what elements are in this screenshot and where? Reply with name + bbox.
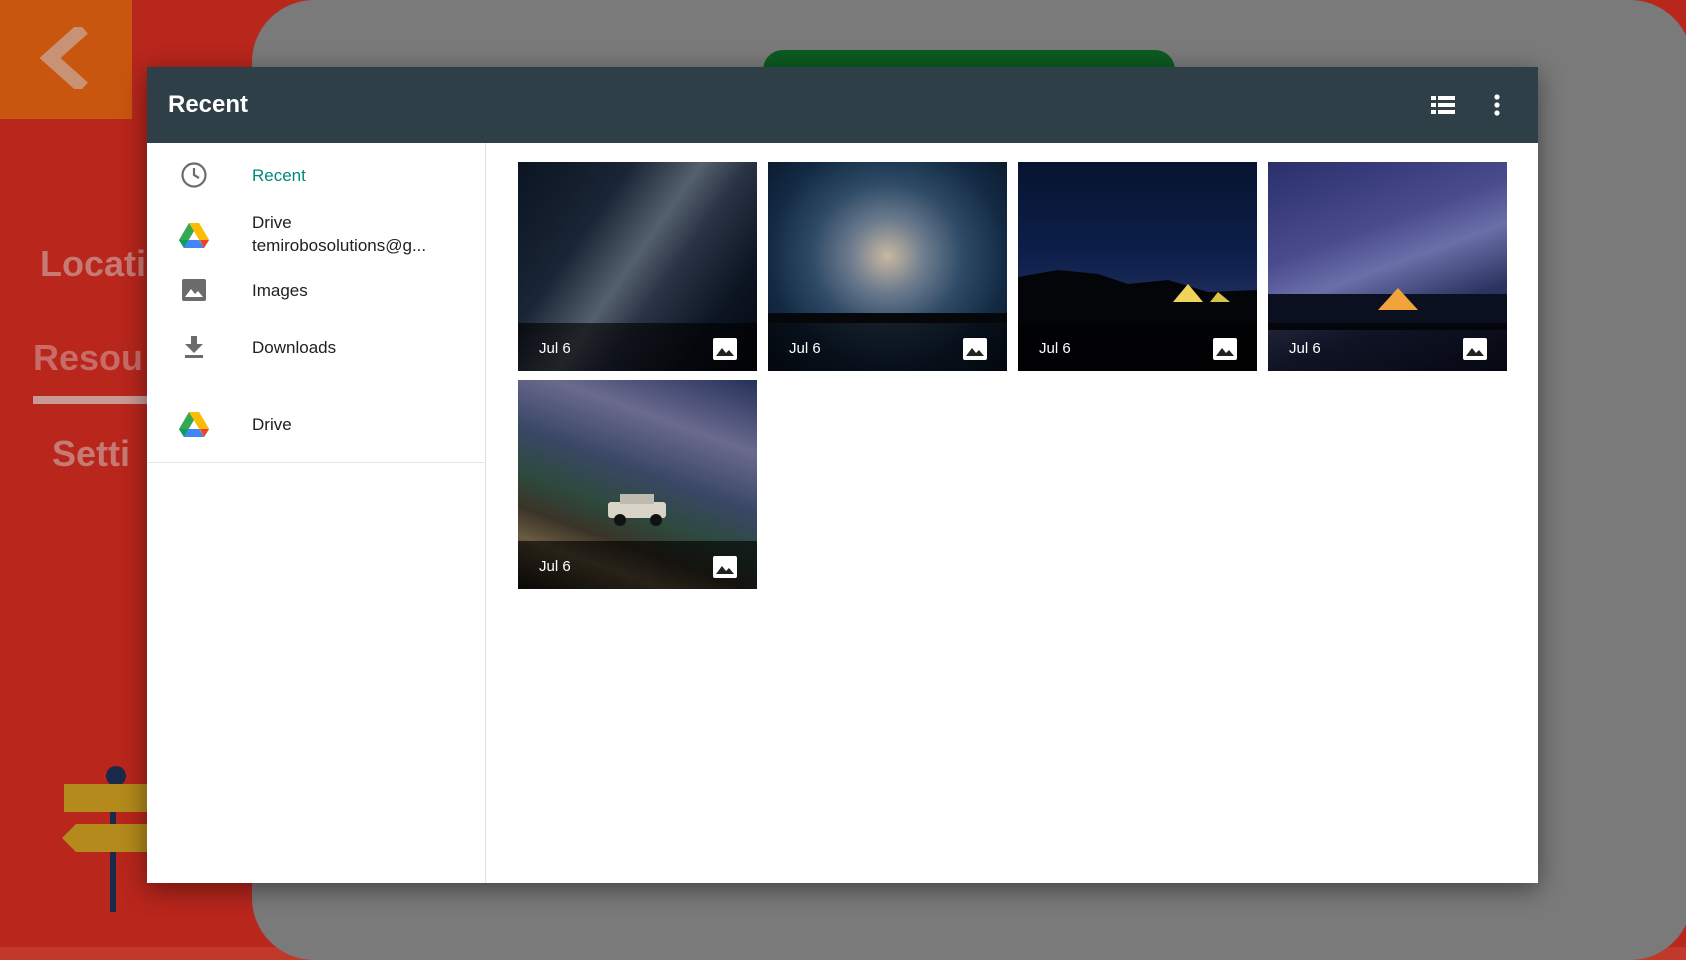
file-tile[interactable]: Jul 6 <box>1018 162 1257 371</box>
image-icon <box>179 275 209 305</box>
sidebar-item-label: Downloads <box>252 337 337 357</box>
clock-icon <box>179 160 209 190</box>
bg-nav-settings: Setti <box>52 433 131 474</box>
bg-nav-resources: Resou <box>33 337 144 378</box>
image-icon <box>713 338 737 360</box>
image-icon <box>963 338 987 360</box>
sidebar-item-label: Drive <box>252 414 292 434</box>
more-options-button[interactable] <box>1477 85 1517 125</box>
page-title: Recent <box>168 91 249 118</box>
bg-nav-location: Locati <box>40 243 147 284</box>
file-tile[interactable]: Jul 6 <box>1268 162 1507 371</box>
list-view-button[interactable] <box>1423 85 1463 125</box>
google-drive-icon <box>179 220 209 250</box>
file-date: Jul 6 <box>1289 340 1321 357</box>
file-date: Jul 6 <box>539 340 571 357</box>
signpost-icon <box>62 766 150 912</box>
sidebar-item-images[interactable]: Images <box>147 268 485 312</box>
google-drive-icon <box>179 409 209 439</box>
image-icon <box>1463 338 1487 360</box>
sidebar-item-drive[interactable]: Drive <box>147 402 485 446</box>
sidebar-item-downloads[interactable]: Downloads <box>147 325 485 369</box>
back-button <box>0 0 132 119</box>
download-icon <box>179 332 209 362</box>
dialog-header: Recent <box>147 67 1538 143</box>
sidebar-item-label: Recent <box>252 165 306 185</box>
file-tile[interactable]: Jul 6 <box>518 162 757 371</box>
sidebar-item-recent[interactable]: Recent <box>147 153 485 197</box>
sidebar-item-drive-account[interactable]: Drive temirobosolutions@g... <box>147 209 485 261</box>
chevron-left-icon <box>39 27 88 89</box>
roots-sidebar: Recent Drive temirobosolutions@g... Imag… <box>147 143 486 883</box>
file-tile[interactable]: Jul 6 <box>518 380 757 589</box>
sidebar-item-label: Drive <box>252 213 292 232</box>
more-vert-icon <box>1494 94 1500 116</box>
view-list-icon <box>1431 96 1455 114</box>
file-date: Jul 6 <box>1039 340 1071 357</box>
bg-nav-underline <box>33 396 148 404</box>
sidebar-item-label: Images <box>252 280 308 300</box>
file-date: Jul 6 <box>789 340 821 357</box>
image-icon <box>713 556 737 578</box>
sidebar-item-sublabel: temirobosolutions@g... <box>252 236 427 255</box>
sidebar-divider <box>147 462 485 463</box>
file-picker-dialog: Recent Recent Drive temirobosolutions@g.… <box>147 67 1538 883</box>
image-icon <box>1213 338 1237 360</box>
file-date: Jul 6 <box>539 558 571 575</box>
file-tile[interactable]: Jul 6 <box>768 162 1007 371</box>
